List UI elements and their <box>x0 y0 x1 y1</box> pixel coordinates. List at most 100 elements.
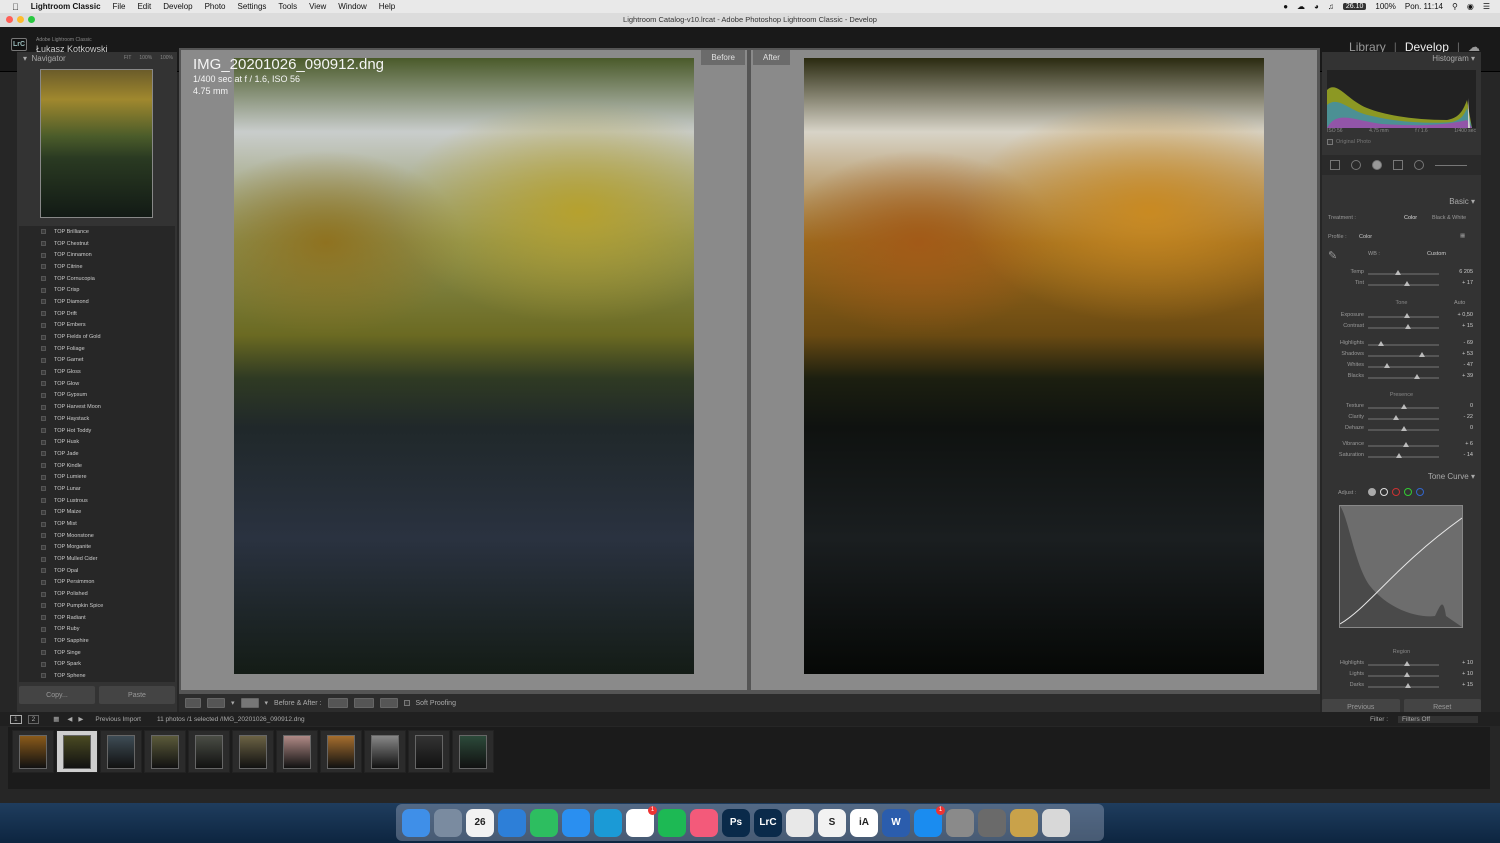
preset-item[interactable]: TOP Garnet <box>19 355 175 367</box>
slider-handle[interactable] <box>1400 404 1407 409</box>
preset-item[interactable]: TOP Sapphire <box>19 635 175 647</box>
paste-button[interactable]: Paste <box>99 686 175 704</box>
preset-item[interactable]: TOP Lunar <box>19 483 175 495</box>
preset-item[interactable]: TOP Gloss <box>19 366 175 378</box>
after-photo[interactable] <box>804 58 1264 674</box>
preset-item[interactable]: TOP Moonstone <box>19 530 175 542</box>
edge-icon[interactable] <box>594 808 622 837</box>
grid-view-icon[interactable]: ▦ <box>53 715 59 723</box>
preset-item[interactable]: TOP Foliage <box>19 343 175 355</box>
date-badge[interactable]: 26.10 <box>1342 3 1367 10</box>
preset-item[interactable]: TOP Persimmon <box>19 577 175 589</box>
slider-track[interactable] <box>1368 418 1439 420</box>
preset-item[interactable]: TOP Lumiere <box>19 471 175 483</box>
graduated-filter-icon[interactable] <box>1393 160 1403 170</box>
slider-value[interactable]: + 15 <box>1462 323 1473 329</box>
evernote-icon[interactable] <box>530 808 558 837</box>
spotify-icon[interactable] <box>658 808 686 837</box>
chrome-icon[interactable] <box>786 808 814 837</box>
slider-handle[interactable] <box>1384 363 1391 368</box>
slider-handle[interactable] <box>1394 270 1401 275</box>
filmstrip-thumbnail[interactable] <box>408 730 450 773</box>
system-preferences-icon[interactable] <box>946 808 974 837</box>
preset-item[interactable]: TOP Chestnut <box>19 238 175 250</box>
trash-icon[interactable] <box>1042 808 1070 837</box>
preset-item[interactable]: TOP Cinnamon <box>19 249 175 261</box>
slider-value[interactable]: + 10 <box>1462 671 1473 677</box>
menu-settings[interactable]: Settings <box>238 2 267 11</box>
forward-arrow-icon[interactable]: ▶ <box>78 715 83 723</box>
slider-value[interactable]: - 14 <box>1464 452 1473 458</box>
zoom-100[interactable]: 100% <box>139 55 152 61</box>
crop-icon[interactable] <box>1330 160 1340 170</box>
slider-handle[interactable] <box>1395 453 1402 458</box>
menu-help[interactable]: Help <box>379 2 395 11</box>
filmstrip-thumbnail[interactable] <box>276 730 318 773</box>
creative-cloud-icon[interactable]: ● <box>1283 2 1288 11</box>
filmstrip-thumbnail[interactable] <box>452 730 494 773</box>
word-icon[interactable]: W <box>882 808 910 837</box>
notification-center-icon[interactable]: ☰ <box>1483 2 1490 11</box>
preset-item[interactable]: TOP Spark <box>19 658 175 670</box>
adjustment-brush-icon[interactable] <box>1435 164 1467 166</box>
slider-value[interactable]: + 6 <box>1465 441 1473 447</box>
spot-removal-icon[interactable] <box>1351 160 1361 170</box>
slider-handle[interactable] <box>1405 324 1412 329</box>
battery-level[interactable]: 100% <box>1375 2 1395 11</box>
slider-track[interactable] <box>1368 686 1439 688</box>
music-icon[interactable] <box>690 808 718 837</box>
filmstrip-thumbnail[interactable] <box>320 730 362 773</box>
blue-channel-icon[interactable] <box>1416 488 1424 496</box>
filmstrip-thumbnail[interactable] <box>12 730 54 773</box>
menu-view[interactable]: View <box>309 2 326 11</box>
preset-item[interactable]: TOP Kindle <box>19 460 175 472</box>
slider-value[interactable]: + 0,50 <box>1458 312 1473 318</box>
slider-value[interactable]: + 10 <box>1462 660 1473 666</box>
preset-item[interactable]: TOP Haystack <box>19 413 175 425</box>
slider-handle[interactable] <box>1392 415 1399 420</box>
cloud-icon[interactable]: ☁ <box>1297 2 1305 11</box>
slider-track[interactable] <box>1368 456 1439 458</box>
page-1-button[interactable]: 1 <box>10 714 22 724</box>
preset-item[interactable]: TOP Fields of Gold <box>19 331 175 343</box>
filmstrip-thumbnail[interactable] <box>188 730 230 773</box>
slider-handle[interactable] <box>1402 442 1409 447</box>
slack-icon[interactable]: 1 <box>626 805 657 837</box>
slider-handle[interactable] <box>1405 683 1412 688</box>
preset-item[interactable]: TOP Crisp <box>19 284 175 296</box>
slider-value[interactable]: - 47 <box>1464 362 1473 368</box>
zoom-custom[interactable]: 100% <box>160 55 173 61</box>
ia-writer-icon[interactable]: iA <box>850 808 878 837</box>
slider-handle[interactable] <box>1377 341 1384 346</box>
archive-icon[interactable] <box>1010 808 1038 837</box>
profile-dropdown[interactable]: Color <box>1359 234 1372 240</box>
minimize-icon[interactable] <box>17 16 24 23</box>
green-channel-icon[interactable] <box>1404 488 1412 496</box>
scrivener-icon[interactable]: S <box>818 808 846 837</box>
preview-icon[interactable] <box>978 808 1006 837</box>
slider-value[interactable]: 0 <box>1470 425 1473 431</box>
selection-count[interactable]: 11 photos /1 selected /IMG_20201026_0909… <box>157 716 305 723</box>
photoshop-icon[interactable]: Ps <box>722 808 750 837</box>
slider-track[interactable] <box>1368 377 1439 379</box>
preset-item[interactable]: TOP Ruby <box>19 623 175 635</box>
preset-item[interactable]: TOP Husk <box>19 436 175 448</box>
preset-item[interactable]: TOP Maize <box>19 507 175 519</box>
preset-item[interactable]: TOP Cornucopia <box>19 273 175 285</box>
slider-value[interactable]: 6 205 <box>1459 269 1473 275</box>
slider-handle[interactable] <box>1404 281 1411 286</box>
launchpad-icon[interactable] <box>434 808 462 837</box>
safari-icon[interactable] <box>562 808 590 837</box>
filmstrip-thumbnail[interactable] <box>144 730 186 773</box>
treatment-bw[interactable]: Black & White <box>1432 215 1466 221</box>
red-eye-icon[interactable] <box>1372 160 1382 170</box>
menu-file[interactable]: File <box>113 2 126 11</box>
after-pane[interactable]: After <box>751 50 1317 690</box>
preset-item[interactable]: TOP Drift <box>19 308 175 320</box>
wb-dropdown[interactable]: Custom <box>1427 251 1446 257</box>
menu-window[interactable]: Window <box>338 2 366 11</box>
menu-develop[interactable]: Develop <box>163 2 192 11</box>
copy-before-to-after-button[interactable] <box>327 698 348 708</box>
apple-icon[interactable]:  <box>12 2 19 12</box>
preset-item[interactable]: TOP Embers <box>19 320 175 332</box>
